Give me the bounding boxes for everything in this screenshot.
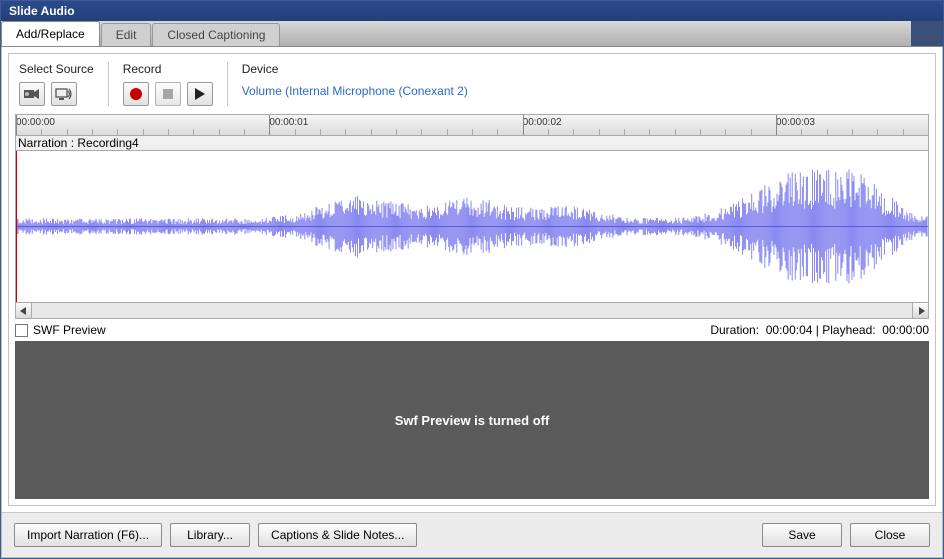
toolbar: Select Source Record — [9, 54, 935, 114]
triangle-left-icon — [20, 307, 28, 315]
scroll-track[interactable] — [32, 303, 912, 318]
timeline-area: 00:00:00 00:00:01 00:00:02 00:00:03 Narrati… — [15, 114, 929, 319]
play-icon — [194, 87, 206, 101]
swf-preview-checkbox[interactable] — [15, 324, 28, 337]
inner-panel: Select Source Record — [8, 53, 936, 506]
device-group: Device Volume (Internal Microphone (Cone… — [227, 62, 482, 106]
duration-value: 00:00:04 — [766, 323, 813, 337]
tab-label: Edit — [116, 28, 137, 42]
scroll-right-arrow[interactable] — [912, 303, 928, 318]
tab-panel: Select Source Record — [1, 47, 943, 558]
track-label: Narration : Recording4 — [15, 136, 929, 151]
video-camera-icon — [23, 87, 41, 101]
tab-strip: Add/Replace Edit Closed Captioning — [1, 21, 943, 47]
source-monitor-button[interactable] — [51, 82, 77, 106]
monitor-audio-icon — [55, 87, 73, 101]
waveform-view[interactable] — [15, 151, 929, 303]
source-label: Select Source — [19, 62, 94, 76]
record-button[interactable] — [123, 82, 149, 106]
playhead-label: Playhead: — [822, 323, 875, 337]
play-button[interactable] — [187, 82, 213, 106]
playhead-value: 00:00:00 — [882, 323, 929, 337]
separator: | — [812, 323, 822, 337]
button-label: Captions & Slide Notes... — [271, 528, 404, 542]
close-button[interactable]: Close — [850, 523, 930, 547]
library-button[interactable]: Library... — [170, 523, 250, 547]
tab-label: Closed Captioning — [167, 28, 265, 42]
swf-preview-message: Swf Preview is turned off — [395, 413, 550, 428]
tab-closed-captioning[interactable]: Closed Captioning — [152, 23, 280, 46]
button-label: Save — [788, 528, 815, 542]
source-camera-button[interactable] — [19, 82, 45, 106]
import-narration-button[interactable]: Import Narration (F6)... — [14, 523, 162, 547]
ruler-tick-label: 00:00:02 — [523, 117, 562, 128]
tab-cap — [911, 21, 943, 46]
tab-label: Add/Replace — [16, 27, 85, 41]
device-label: Device — [242, 62, 468, 76]
triangle-right-icon — [917, 307, 925, 315]
footer: Import Narration (F6)... Library... Capt… — [2, 512, 942, 557]
record-icon — [129, 87, 143, 101]
button-label: Close — [875, 528, 906, 542]
window-title: Slide Audio — [9, 4, 75, 18]
waveform-svg — [16, 151, 928, 302]
tab-add-replace[interactable]: Add/Replace — [1, 21, 100, 46]
tab-edit[interactable]: Edit — [101, 23, 152, 46]
record-group: Record — [108, 62, 227, 106]
horizontal-scrollbar[interactable] — [15, 303, 929, 319]
playhead-line[interactable] — [16, 151, 17, 302]
device-link[interactable]: Volume (Internal Microphone (Conexant 2) — [242, 82, 468, 98]
swf-preview-label: SWF Preview — [33, 323, 106, 337]
captions-slide-notes-button[interactable]: Captions & Slide Notes... — [258, 523, 417, 547]
ruler-tick-label: 00:00:03 — [776, 117, 815, 128]
stop-icon — [162, 88, 174, 100]
slide-audio-window: Slide Audio Add/Replace Edit Closed Capt… — [0, 0, 944, 559]
stop-button[interactable] — [155, 82, 181, 106]
client-area: Add/Replace Edit Closed Captioning Selec… — [1, 21, 943, 558]
button-label: Library... — [187, 528, 233, 542]
info-row: SWF Preview Duration: 00:00:04 | Playhea… — [9, 319, 935, 341]
time-ruler[interactable]: 00:00:00 00:00:01 00:00:02 00:00:03 — [15, 114, 929, 136]
swf-preview-panel: Swf Preview is turned off — [15, 341, 929, 499]
record-label: Record — [123, 62, 213, 76]
button-label: Import Narration (F6)... — [27, 528, 149, 542]
ruler-tick-label: 00:00:01 — [269, 117, 308, 128]
duration-label: Duration: — [710, 323, 759, 337]
scroll-left-arrow[interactable] — [16, 303, 32, 318]
save-button[interactable]: Save — [762, 523, 842, 547]
window-titlebar[interactable]: Slide Audio — [1, 1, 943, 21]
ruler-tick-label: 00:00:00 — [16, 117, 55, 128]
source-group: Select Source — [19, 62, 108, 106]
